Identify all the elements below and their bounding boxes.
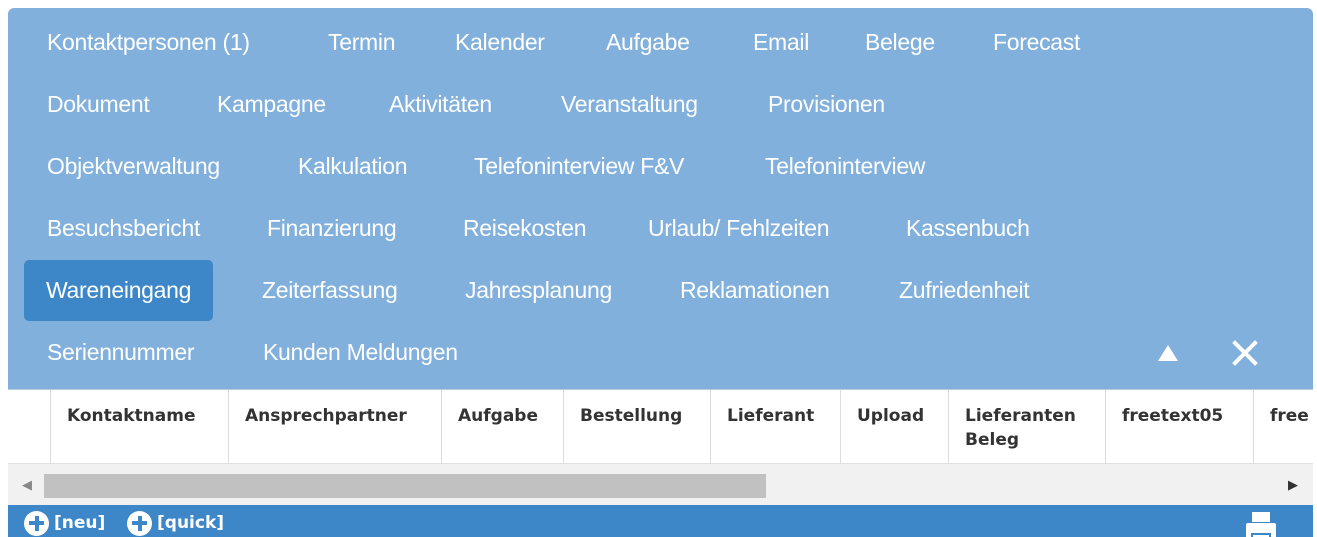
scrollbar-thumb[interactable] [44,474,766,498]
tab-reisekosten[interactable]: Reisekosten [463,198,587,258]
tab-wareneingang[interactable]: Wareneingang [24,260,214,321]
add-new-button[interactable]: [neu] [24,509,105,537]
tab-forecast[interactable]: Forecast [993,12,1080,72]
plus-circle-icon [127,510,152,536]
tab-seriennummer[interactable]: Seriennummer [47,322,195,382]
triangle-up-icon[interactable] [1156,342,1180,364]
column-header-lieferant[interactable]: Lieferant [711,390,841,463]
tab-termin[interactable]: Termin [328,12,396,72]
tab-kalkulation[interactable]: Kalkulation [298,136,408,196]
column-header-lieferanten-beleg[interactable]: Lieferanten Beleg [949,390,1106,463]
column-header-bestellung[interactable]: Bestellung [564,390,711,463]
footer-toolbar: [neu] [quick] [8,505,1313,537]
tab-objektverwaltung[interactable]: Objektverwaltung [47,136,220,196]
tab-panel: Kontaktpersonen (1) Termin Kalender Aufg… [8,8,1313,537]
tab-dokument[interactable]: Dokument [47,74,150,134]
tab-kampagne[interactable]: Kampagne [217,74,326,134]
column-header-free[interactable]: free [1254,390,1313,463]
tab-aktivitaeten[interactable]: Aktivitäten [389,74,492,134]
tab-kassenbuch[interactable]: Kassenbuch [906,198,1030,258]
horizontal-scrollbar[interactable]: ◀ ▶ [8,463,1313,506]
tab-besuchsbericht[interactable]: Besuchsbericht [47,198,200,258]
data-table: Kontaktname Ansprechpartner Aufgabe Best… [8,389,1313,463]
add-new-label: [neu] [54,513,106,533]
plus-circle-icon [24,510,49,536]
close-icon[interactable] [1232,340,1258,366]
column-header-aufgabe[interactable]: Aufgabe [442,390,564,463]
tab-belege[interactable]: Belege [865,12,935,72]
scroll-right-icon[interactable]: ▶ [1288,464,1298,506]
tab-aufgabe[interactable]: Aufgabe [606,12,690,72]
tab-telefoninterview[interactable]: Telefoninterview [765,136,925,196]
tab-kontaktpersonen[interactable]: Kontaktpersonen (1) [47,12,250,72]
tab-finanzierung[interactable]: Finanzierung [267,198,397,258]
add-quick-label: [quick] [157,513,225,533]
column-header-upload[interactable]: Upload [841,390,949,463]
scroll-left-icon[interactable]: ◀ [22,464,32,506]
tab-kalender[interactable]: Kalender [455,12,545,72]
tab-zufriedenheit[interactable]: Zufriedenheit [899,260,1030,320]
tab-telefoninterview-fv[interactable]: Telefoninterview F&V [474,136,684,196]
tab-provisionen[interactable]: Provisionen [768,74,885,134]
tab-urlaub-fehlzeiten[interactable]: Urlaub/ Fehlzeiten [648,198,830,258]
tab-jahresplanung[interactable]: Jahresplanung [465,260,612,320]
tab-kunden-meldungen[interactable]: Kunden Meldungen [263,322,458,382]
column-header-kontaktname[interactable]: Kontaktname [51,390,229,463]
column-header-ansprechpartner[interactable]: Ansprechpartner [229,390,442,463]
printer-icon[interactable] [1244,510,1278,537]
tab-zeiterfassung[interactable]: Zeiterfassung [262,260,398,320]
add-quick-button[interactable]: [quick] [127,509,224,537]
tab-reklamationen[interactable]: Reklamationen [680,260,830,320]
tab-veranstaltung[interactable]: Veranstaltung [561,74,698,134]
column-header-freetext05[interactable]: freetext05 [1106,390,1254,463]
tab-email[interactable]: Email [753,12,809,72]
table-row-header-spacer [8,390,51,463]
